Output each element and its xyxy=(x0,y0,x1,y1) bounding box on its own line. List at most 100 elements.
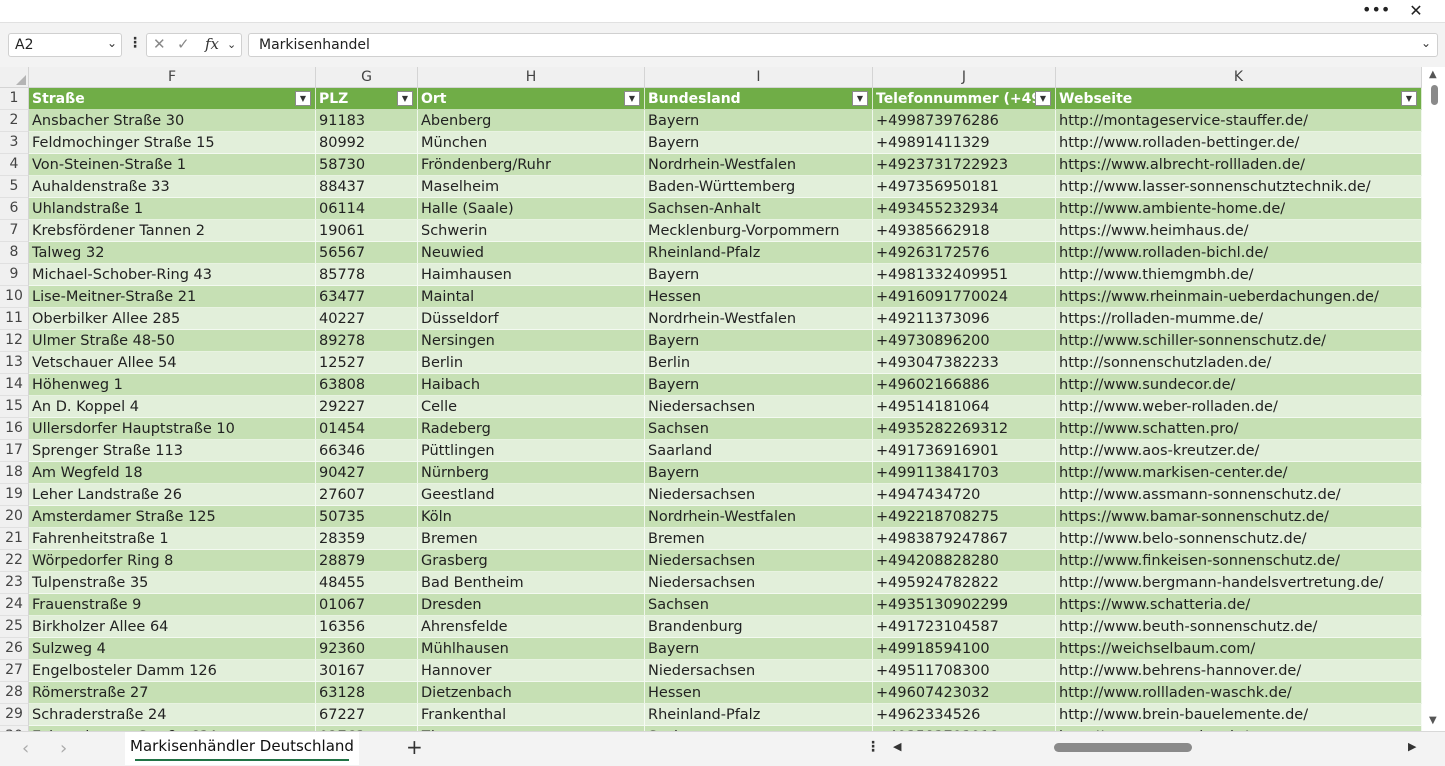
row-header[interactable]: 24 xyxy=(0,594,29,616)
table-cell[interactable]: http://www.ambiente-home.de/ xyxy=(1056,198,1422,220)
table-cell[interactable]: Celle xyxy=(418,396,645,418)
table-cell[interactable]: 12527 xyxy=(316,352,418,374)
table-cell[interactable]: Hannover xyxy=(418,660,645,682)
table-cell[interactable]: Geestland xyxy=(418,484,645,506)
table-cell[interactable]: http://www.schiller-sonnenschutz.de/ xyxy=(1056,330,1422,352)
table-cell[interactable]: 01454 xyxy=(316,418,418,440)
header-cell-stra-e[interactable]: Straße xyxy=(29,88,316,110)
table-cell[interactable]: Von-Steinen-Straße 1 xyxy=(29,154,316,176)
table-cell[interactable]: http://www.aos-kreutzer.de/ xyxy=(1056,440,1422,462)
table-cell[interactable]: https://www.heimhaus.de/ xyxy=(1056,220,1422,242)
table-cell[interactable]: +494208828280 xyxy=(873,550,1056,572)
table-cell[interactable]: Sulzweg 4 xyxy=(29,638,316,660)
table-cell[interactable]: 92360 xyxy=(316,638,418,660)
table-cell[interactable]: Wörpedorfer Ring 8 xyxy=(29,550,316,572)
table-cell[interactable]: Nordrhein-Westfalen xyxy=(645,154,873,176)
row-header[interactable]: 4 xyxy=(0,154,29,176)
table-cell[interactable]: +492218708275 xyxy=(873,506,1056,528)
name-box[interactable]: A2 ⌄ xyxy=(8,33,122,57)
table-cell[interactable]: Rheinland-Pfalz xyxy=(645,242,873,264)
table-cell[interactable]: Maintal xyxy=(418,286,645,308)
table-cell[interactable]: +4935130902299 xyxy=(873,594,1056,616)
expand-formula-icon[interactable]: ⌄ xyxy=(1421,36,1431,50)
table-cell[interactable]: +49602166886 xyxy=(873,374,1056,396)
table-cell[interactable]: Haimhausen xyxy=(418,264,645,286)
table-cell[interactable]: +491723104587 xyxy=(873,616,1056,638)
table-cell[interactable]: 91183 xyxy=(316,110,418,132)
table-cell[interactable]: Amsterdamer Straße 125 xyxy=(29,506,316,528)
spreadsheet-grid[interactable]: FGHIJK 1 Straße ▼ PLZ ▼ Ort ▼ Bundesland ▼ Telefo… xyxy=(0,67,1425,731)
column-header-k[interactable]: K xyxy=(1056,67,1422,88)
table-cell[interactable]: http://www.beuth-sonnenschutz.de/ xyxy=(1056,616,1422,638)
table-cell[interactable]: 58730 xyxy=(316,154,418,176)
table-cell[interactable]: Uhlandstraße 1 xyxy=(29,198,316,220)
table-cell[interactable]: Frauenstraße 9 xyxy=(29,594,316,616)
table-cell[interactable]: Sachsen xyxy=(645,594,873,616)
filter-dropdown-icon[interactable]: ▼ xyxy=(852,91,868,106)
table-cell[interactable]: 29227 xyxy=(316,396,418,418)
table-cell[interactable]: Hessen xyxy=(645,682,873,704)
cancel-icon[interactable]: ✕ xyxy=(153,35,166,53)
table-cell[interactable]: Rheinland-Pfalz xyxy=(645,704,873,726)
row-header[interactable]: 21 xyxy=(0,528,29,550)
table-cell[interactable]: http://www.bergmann-handelsvertretung.de… xyxy=(1056,572,1422,594)
table-cell[interactable]: Haibach xyxy=(418,374,645,396)
table-cell[interactable]: Oberbilker Allee 285 xyxy=(29,308,316,330)
table-cell[interactable]: +493455232934 xyxy=(873,198,1056,220)
table-cell[interactable]: +4935282269312 xyxy=(873,418,1056,440)
table-cell[interactable]: +4981332409951 xyxy=(873,264,1056,286)
table-cell[interactable]: Nürnberg xyxy=(418,462,645,484)
table-cell[interactable]: +49385662918 xyxy=(873,220,1056,242)
table-cell[interactable]: Engelbosteler Damm 126 xyxy=(29,660,316,682)
table-cell[interactable]: 90427 xyxy=(316,462,418,484)
chevron-down-icon[interactable]: ⌄ xyxy=(107,36,117,50)
table-cell[interactable]: Radeberg xyxy=(418,418,645,440)
row-header[interactable]: 25 xyxy=(0,616,29,638)
table-cell[interactable]: An D. Koppel 4 xyxy=(29,396,316,418)
table-cell[interactable]: 89278 xyxy=(316,330,418,352)
row-header[interactable]: 22 xyxy=(0,550,29,572)
table-cell[interactable]: +499113841703 xyxy=(873,462,1056,484)
table-cell[interactable]: +49211373096 xyxy=(873,308,1056,330)
add-sheet-button[interactable]: + xyxy=(406,735,423,759)
more-vertical-icon[interactable]: ⋮ xyxy=(866,739,880,755)
table-cell[interactable]: Talweg 32 xyxy=(29,242,316,264)
table-cell[interactable]: Düsseldorf xyxy=(418,308,645,330)
table-cell[interactable]: 80992 xyxy=(316,132,418,154)
row-header[interactable]: 9 xyxy=(0,264,29,286)
table-cell[interactable]: Bayern xyxy=(645,638,873,660)
row-header[interactable]: 20 xyxy=(0,506,29,528)
table-cell[interactable]: http://www.rolladen-bettinger.de/ xyxy=(1056,132,1422,154)
row-header[interactable]: 26 xyxy=(0,638,29,660)
table-cell[interactable]: Bremen xyxy=(418,528,645,550)
row-header[interactable]: 15 xyxy=(0,396,29,418)
table-cell[interactable]: Köln xyxy=(418,506,645,528)
row-header[interactable]: 8 xyxy=(0,242,29,264)
column-header-g[interactable]: G xyxy=(316,67,418,88)
table-cell[interactable]: Sachsen-Anhalt xyxy=(645,198,873,220)
scroll-up-icon[interactable]: ▲ xyxy=(1429,69,1437,80)
table-cell[interactable]: Mecklenburg-Vorpommern xyxy=(645,220,873,242)
table-cell[interactable]: http://www.belo-sonnenschutz.de/ xyxy=(1056,528,1422,550)
table-cell[interactable]: Halle (Saale) xyxy=(418,198,645,220)
filter-dropdown-icon[interactable]: ▼ xyxy=(295,91,311,106)
table-cell[interactable]: 85778 xyxy=(316,264,418,286)
table-cell[interactable]: Frankenthal xyxy=(418,704,645,726)
table-cell[interactable]: +495924782822 xyxy=(873,572,1056,594)
more-options-button[interactable]: ••• xyxy=(1362,0,1390,22)
table-cell[interactable]: Hessen xyxy=(645,286,873,308)
table-cell[interactable]: http://www.behrens-hannover.de/ xyxy=(1056,660,1422,682)
table-cell[interactable]: 48455 xyxy=(316,572,418,594)
table-cell[interactable]: Nersingen xyxy=(418,330,645,352)
table-cell[interactable]: http://www.brein-bauelemente.de/ xyxy=(1056,704,1422,726)
row-header[interactable]: 14 xyxy=(0,374,29,396)
scroll-right-icon[interactable]: ▶ xyxy=(1408,740,1416,753)
table-cell[interactable]: Lise-Meitner-Straße 21 xyxy=(29,286,316,308)
table-cell[interactable]: https://weichselbaum.com/ xyxy=(1056,638,1422,660)
table-cell[interactable]: Fröndenberg/Ruhr xyxy=(418,154,645,176)
table-cell[interactable]: 28879 xyxy=(316,550,418,572)
table-cell[interactable]: +4947434720 xyxy=(873,484,1056,506)
table-cell[interactable]: Bayern xyxy=(645,462,873,484)
table-cell[interactable]: Tulpenstraße 35 xyxy=(29,572,316,594)
table-cell[interactable]: Nordrhein-Westfalen xyxy=(645,506,873,528)
